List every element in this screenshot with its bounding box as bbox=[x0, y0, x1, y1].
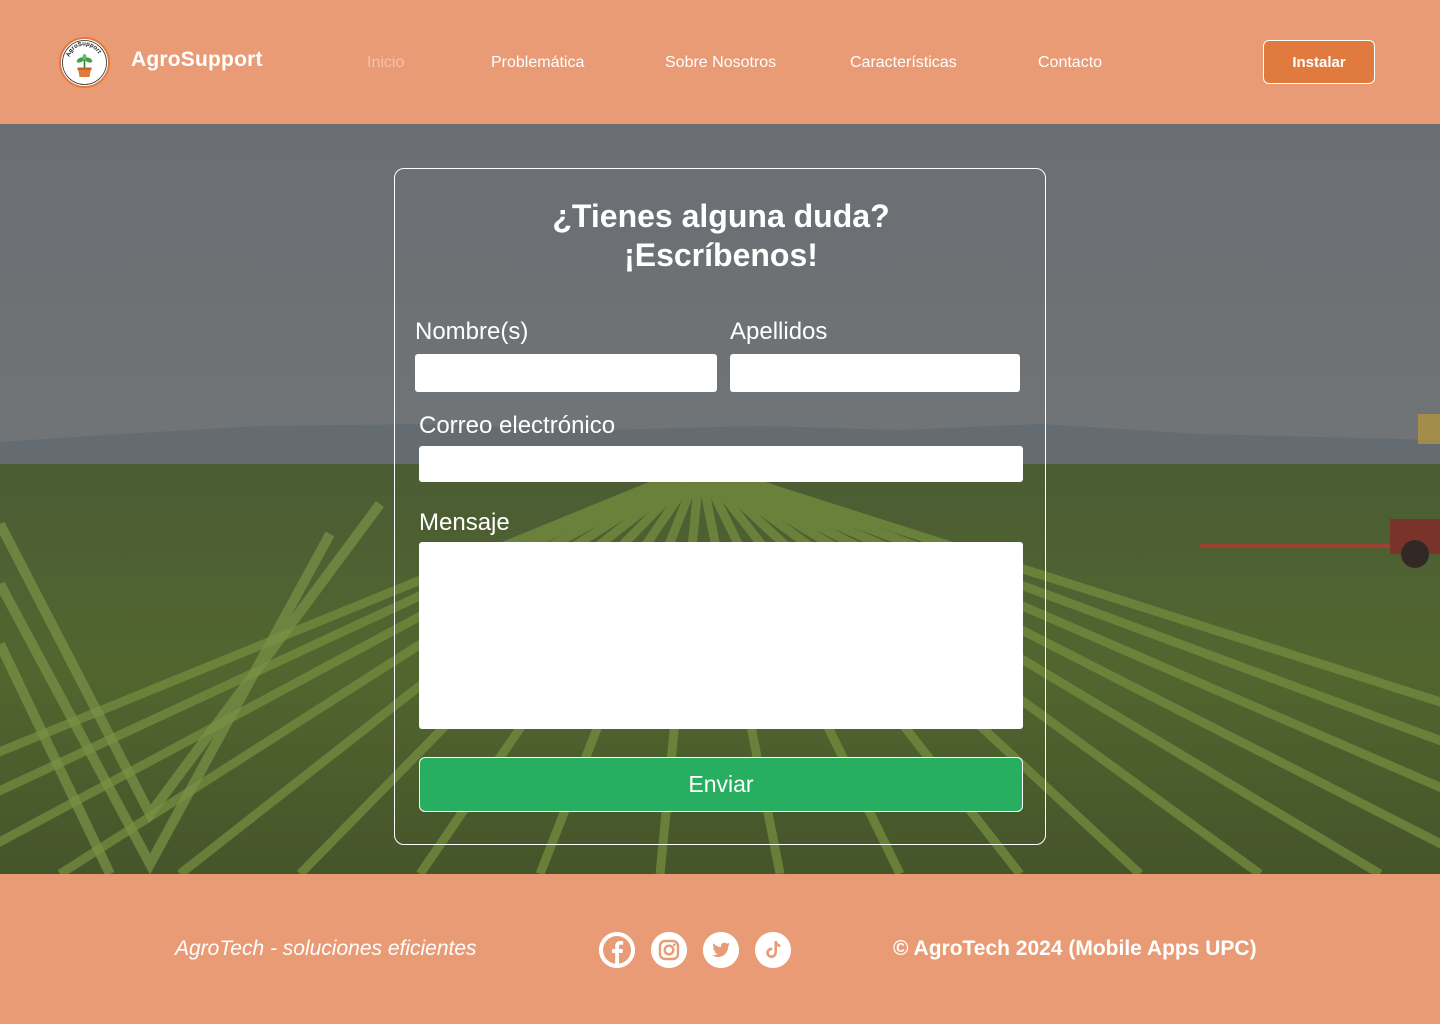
nav-item-problematica[interactable]: Problemática bbox=[491, 54, 584, 72]
facebook-icon[interactable] bbox=[599, 932, 635, 968]
submit-button[interactable]: Enviar bbox=[419, 757, 1023, 812]
message-textarea[interactable] bbox=[419, 542, 1023, 729]
brand-name[interactable]: AgroSupport bbox=[131, 48, 263, 72]
tiktok-icon[interactable] bbox=[755, 932, 791, 968]
footer-copyright: © AgroTech 2024 (Mobile Apps UPC) bbox=[893, 937, 1257, 960]
nav-item-contacto[interactable]: Contacto bbox=[1038, 54, 1102, 72]
first-name-label: Nombre(s) bbox=[415, 318, 529, 345]
site-header: AgroSupport AgroSupport Inicio Problemát… bbox=[0, 0, 1440, 124]
contact-form-card: ¿Tienes alguna duda? ¡Escríbenos! Nombre… bbox=[394, 168, 1046, 845]
message-label: Mensaje bbox=[419, 509, 510, 536]
form-title-line1: ¿Tienes alguna duda? bbox=[552, 198, 890, 234]
form-title-line2: ¡Escríbenos! bbox=[624, 237, 818, 273]
email-label: Correo electrónico bbox=[419, 412, 616, 439]
last-name-input[interactable] bbox=[730, 354, 1020, 392]
nav-item-inicio[interactable]: Inicio bbox=[367, 54, 404, 72]
instagram-icon[interactable] bbox=[651, 932, 687, 968]
form-title: ¿Tienes alguna duda? ¡Escríbenos! bbox=[395, 197, 1047, 275]
footer-tagline: AgroTech - soluciones eficientes bbox=[175, 937, 477, 960]
first-name-input[interactable] bbox=[415, 354, 717, 392]
email-input[interactable] bbox=[419, 446, 1023, 482]
install-button[interactable]: Instalar bbox=[1263, 40, 1375, 84]
site-footer: AgroTech - soluciones eficientes © AgroT… bbox=[0, 874, 1440, 1024]
nav-item-sobre-nosotros[interactable]: Sobre Nosotros bbox=[665, 54, 776, 72]
twitter-icon[interactable] bbox=[703, 932, 739, 968]
last-name-label: Apellidos bbox=[730, 318, 828, 345]
brand-logo[interactable]: AgroSupport bbox=[59, 37, 110, 88]
nav-item-caracteristicas[interactable]: Características bbox=[850, 54, 957, 72]
